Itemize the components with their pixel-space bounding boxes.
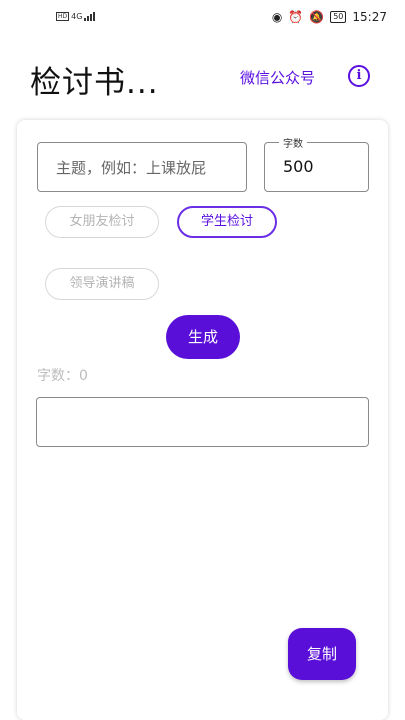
page-title: 检讨书... <box>30 65 159 101</box>
copy-button[interactable]: 复制 <box>288 628 356 680</box>
signal-icon <box>84 12 96 21</box>
status-icons: ◉ ⏰ 🔕 50 15:27 <box>272 10 387 24</box>
topic-input[interactable]: 主题，例如：上课放屁 <box>37 142 247 192</box>
clock: 15:27 <box>352 10 387 24</box>
eye-icon: ◉ <box>271 10 283 24</box>
network-type: 4G <box>71 12 83 21</box>
hd-badge: HD <box>56 12 70 21</box>
app-bar: 检讨书... 微信公众号 i <box>0 52 405 108</box>
chip-student[interactable]: 学生检讨 <box>177 206 277 238</box>
battery-icon: 50 <box>330 11 347 23</box>
status-bar: HD 4G ◉ ⏰ 🔕 50 15:27 <box>0 0 405 34</box>
info-icon[interactable]: i <box>348 65 370 87</box>
output-box[interactable] <box>36 397 369 447</box>
mute-icon: 🔕 <box>309 10 325 24</box>
signal-indicators: HD 4G <box>56 12 96 21</box>
result-word-count: 字数：0 <box>37 368 88 384</box>
alarm-icon: ⏰ <box>288 10 304 24</box>
generate-button[interactable]: 生成 <box>166 315 240 359</box>
wechat-account-link[interactable]: 微信公众号 <box>240 67 315 88</box>
generator-card: 主题，例如：上课放屁 字数 500 女朋友检讨 学生检讨 领导演讲稿 生成 字数… <box>17 120 388 720</box>
word-count-label: 字数 <box>279 135 307 150</box>
chip-girlfriend[interactable]: 女朋友检讨 <box>45 206 159 238</box>
word-count-value[interactable]: 500 <box>283 157 314 176</box>
word-count-field[interactable]: 字数 500 <box>264 135 369 192</box>
chip-leader-speech[interactable]: 领导演讲稿 <box>45 268 159 300</box>
